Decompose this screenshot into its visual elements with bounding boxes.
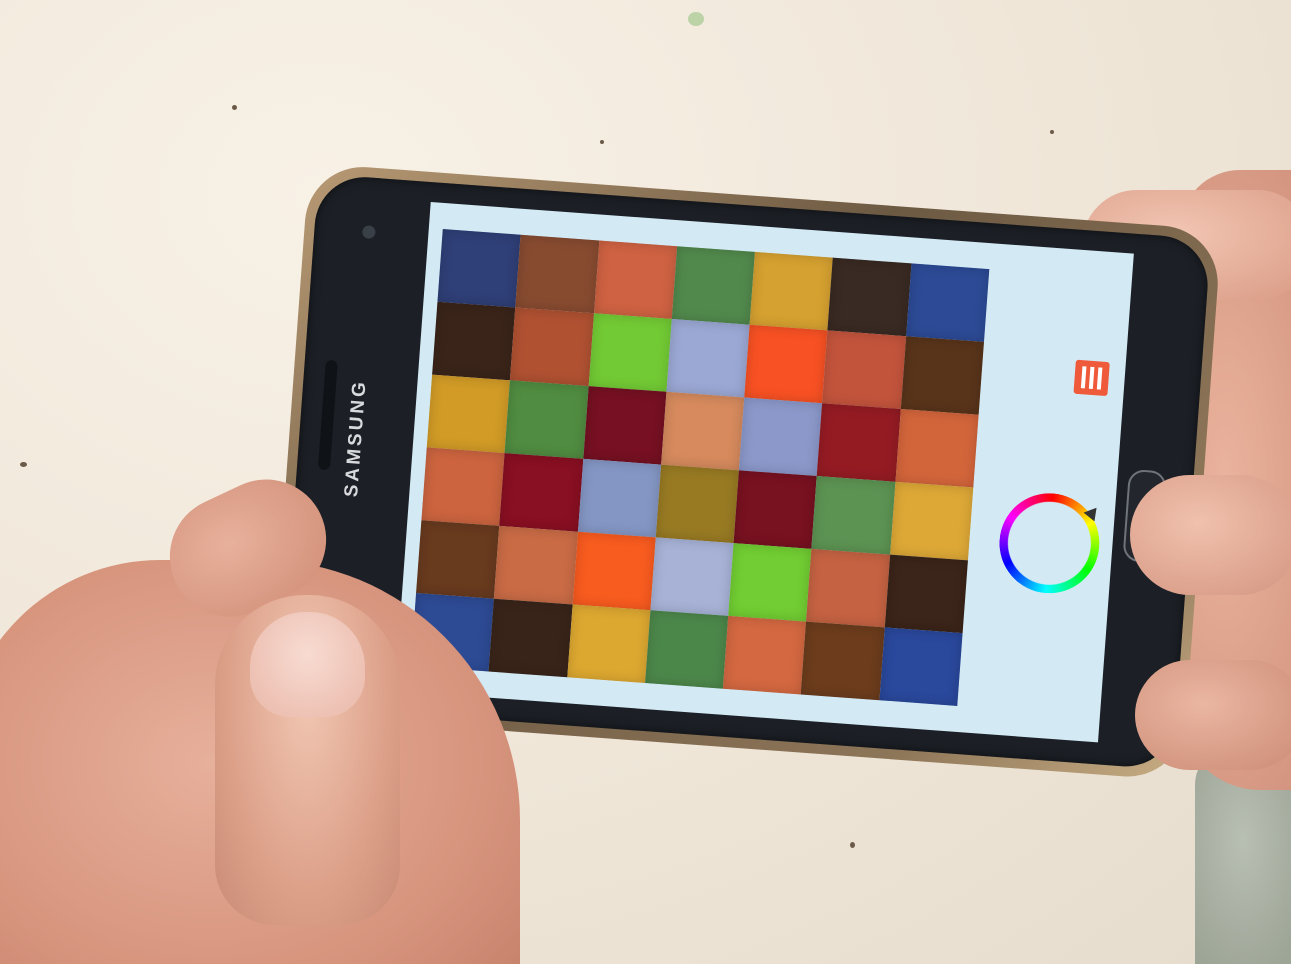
mosaic-tile[interactable] [827,257,912,337]
mosaic-tile[interactable] [749,251,834,331]
mosaic-tile[interactable] [879,627,963,706]
mosaic-tile[interactable] [811,476,896,555]
mosaic-tile[interactable] [494,525,578,605]
mosaic-tile[interactable] [900,336,984,415]
mosaic-tile[interactable] [660,391,745,471]
mosaic-tile[interactable] [572,531,656,611]
table-speck [20,462,27,467]
mosaic-tile[interactable] [504,380,589,459]
mosaic-tile[interactable] [566,604,651,684]
right-thumb [1130,475,1291,595]
table-stain [688,12,704,26]
mosaic-tile[interactable] [666,318,750,398]
mosaic-tile[interactable] [884,554,968,634]
mosaic-tile[interactable] [510,307,594,387]
mosaic-tile[interactable] [817,403,901,482]
mosaic-tile[interactable] [577,458,661,538]
hamburger-menu-icon [1096,367,1103,390]
mosaic-tile[interactable] [437,228,521,308]
mosaic-tile[interactable] [822,330,906,409]
mosaic-tile[interactable] [416,520,500,599]
right-finger [1135,660,1291,770]
mosaic-tile[interactable] [728,543,812,622]
table-speck [600,140,604,144]
color-mosaic[interactable] [410,228,990,706]
mosaic-tile[interactable] [905,263,990,342]
menu-button[interactable] [1073,359,1110,397]
mosaic-tile[interactable] [739,397,823,477]
mosaic-tile[interactable] [655,464,740,544]
mosaic-tile[interactable] [889,481,974,561]
hue-ring-icon[interactable] [995,489,1103,597]
mosaic-tile[interactable] [432,301,516,381]
mosaic-tile[interactable] [488,598,573,678]
mosaic-tile[interactable] [806,548,890,628]
table-speck [850,842,855,848]
mosaic-tile[interactable] [593,240,678,319]
mosaic-tile[interactable] [426,374,511,454]
mosaic-tile[interactable] [650,537,734,616]
left-thumbnail [250,612,365,717]
mosaic-tile[interactable] [644,610,729,689]
mosaic-tile[interactable] [744,324,828,404]
mosaic-tile[interactable] [733,470,818,549]
mosaic-tile[interactable] [588,313,672,392]
hamburger-menu-icon [1080,366,1087,389]
mosaic-tile[interactable] [582,386,667,465]
table-speck [232,105,237,110]
photo-scene: SAMSUNG [0,0,1291,964]
mosaic-tile[interactable] [723,615,807,695]
mosaic-tile[interactable] [421,447,505,526]
mosaic-tile[interactable] [671,246,756,325]
mosaic-tile[interactable] [801,621,885,701]
mosaic-tile[interactable] [515,234,599,314]
table-speck [1050,130,1054,134]
mosaic-tile[interactable] [499,453,583,532]
mosaic-tile[interactable] [895,408,979,488]
hamburger-menu-icon [1088,366,1095,390]
app-screen [394,202,1134,743]
